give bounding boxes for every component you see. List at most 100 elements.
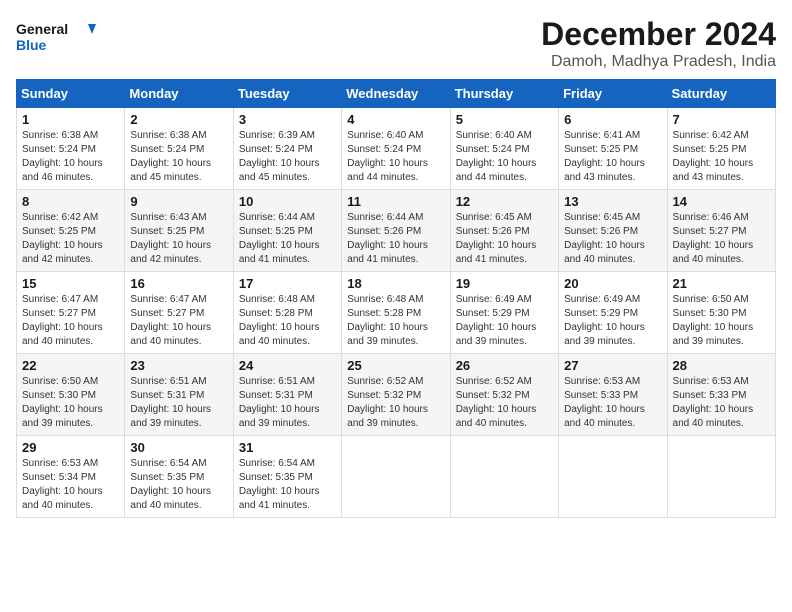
table-row: 7Sunrise: 6:42 AMSunset: 5:25 PMDaylight… [667, 108, 775, 190]
day-number: 4 [347, 112, 444, 127]
table-row: 3 Sunrise: 6:39 AMSunset: 5:24 PMDaylight… [233, 108, 341, 190]
day-detail: Sunrise: 6:50 AMSunset: 5:30 PMDaylight:… [673, 293, 770, 349]
table-row: 26Sunrise: 6:52 AMSunset: 5:32 PMDayligh… [450, 354, 558, 436]
table-row: 29 Sunrise: 6:53 AMSunset: 5:34 PMDayligh… [17, 436, 125, 518]
day-detail: Sunrise: 6:44 AMSunset: 5:25 PMDaylight:… [239, 211, 336, 267]
table-row [342, 436, 450, 518]
table-row: 30 Sunrise: 6:54 AMSunset: 5:35 PMDayligh… [125, 436, 233, 518]
day-detail: Sunrise: 6:50 AMSunset: 5:30 PMDaylight:… [22, 375, 119, 431]
day-number: 17 [239, 276, 336, 291]
day-number: 7 [673, 112, 770, 127]
col-wednesday: Wednesday [342, 80, 450, 108]
day-detail: Sunrise: 6:53 AMSunset: 5:33 PMDaylight:… [564, 375, 661, 431]
day-number: 16 [130, 276, 227, 291]
day-detail: Sunrise: 6:38 AMSunset: 5:24 PMDaylight:… [22, 129, 119, 185]
day-number: 24 [239, 358, 336, 373]
day-detail: Sunrise: 6:46 AMSunset: 5:27 PMDaylight:… [673, 211, 770, 267]
day-detail: Sunrise: 6:53 AMSunset: 5:33 PMDaylight:… [673, 375, 770, 431]
calendar-row-1: 1 Sunrise: 6:38 AMSunset: 5:24 PMDaylight… [17, 108, 776, 190]
title-section: December 2024 Damoh, Madhya Pradesh, Ind… [541, 16, 776, 71]
table-row: 22 Sunrise: 6:50 AMSunset: 5:30 PMDayligh… [17, 354, 125, 436]
table-row [450, 436, 558, 518]
day-number: 27 [564, 358, 661, 373]
table-row [559, 436, 667, 518]
table-row: 9Sunrise: 6:43 AMSunset: 5:25 PMDaylight… [125, 190, 233, 272]
day-number: 15 [22, 276, 119, 291]
calendar-header-row: Sunday Monday Tuesday Wednesday Thursday… [17, 80, 776, 108]
table-row: 25 Sunrise: 6:52 AMSunset: 5:32 PMDayligh… [342, 354, 450, 436]
table-row: 27 Sunrise: 6:53 AMSunset: 5:33 PMDayligh… [559, 354, 667, 436]
day-detail: Sunrise: 6:44 AMSunset: 5:26 PMDaylight:… [347, 211, 444, 267]
day-number: 11 [347, 194, 444, 209]
day-detail: Sunrise: 6:53 AMSunset: 5:34 PMDaylight:… [22, 457, 119, 513]
page-header: General Blue December 2024 Damoh, Madhya… [16, 16, 776, 71]
table-row: 18 Sunrise: 6:48 AMSunset: 5:28 PMDayligh… [342, 272, 450, 354]
logo-icon: General Blue [16, 16, 96, 56]
logo: General Blue [16, 16, 96, 56]
calendar-row-5: 29 Sunrise: 6:53 AMSunset: 5:34 PMDayligh… [17, 436, 776, 518]
table-row: 4 Sunrise: 6:40 AMSunset: 5:24 PMDaylight… [342, 108, 450, 190]
table-row: 8Sunrise: 6:42 AMSunset: 5:25 PMDaylight… [17, 190, 125, 272]
calendar-table: Sunday Monday Tuesday Wednesday Thursday… [16, 79, 776, 518]
day-detail: Sunrise: 6:51 AMSunset: 5:31 PMDaylight:… [239, 375, 336, 431]
day-number: 21 [673, 276, 770, 291]
table-row: 10 Sunrise: 6:44 AMSunset: 5:25 PMDayligh… [233, 190, 341, 272]
day-detail: Sunrise: 6:54 AMSunset: 5:35 PMDaylight:… [130, 457, 227, 513]
day-number: 22 [22, 358, 119, 373]
table-row: 14 Sunrise: 6:46 AMSunset: 5:27 PMDayligh… [667, 190, 775, 272]
day-number: 30 [130, 440, 227, 455]
day-detail: Sunrise: 6:52 AMSunset: 5:32 PMDaylight:… [347, 375, 444, 431]
day-number: 23 [130, 358, 227, 373]
table-row: 31Sunrise: 6:54 AMSunset: 5:35 PMDayligh… [233, 436, 341, 518]
day-number: 26 [456, 358, 553, 373]
day-detail: Sunrise: 6:43 AMSunset: 5:25 PMDaylight:… [130, 211, 227, 267]
calendar-row-4: 22 Sunrise: 6:50 AMSunset: 5:30 PMDayligh… [17, 354, 776, 436]
table-row: 24 Sunrise: 6:51 AMSunset: 5:31 PMDayligh… [233, 354, 341, 436]
day-number: 13 [564, 194, 661, 209]
day-number: 14 [673, 194, 770, 209]
table-row: 23 Sunrise: 6:51 AMSunset: 5:31 PMDayligh… [125, 354, 233, 436]
day-detail: Sunrise: 6:39 AMSunset: 5:24 PMDaylight:… [239, 129, 336, 185]
day-detail: Sunrise: 6:41 AMSunset: 5:25 PMDaylight:… [564, 129, 661, 185]
table-row: 28 Sunrise: 6:53 AMSunset: 5:33 PMDayligh… [667, 354, 775, 436]
table-row: 6Sunrise: 6:41 AMSunset: 5:25 PMDaylight… [559, 108, 667, 190]
col-friday: Friday [559, 80, 667, 108]
table-row: 12Sunrise: 6:45 AMSunset: 5:26 PMDayligh… [450, 190, 558, 272]
day-number: 8 [22, 194, 119, 209]
day-detail: Sunrise: 6:51 AMSunset: 5:31 PMDaylight:… [130, 375, 227, 431]
day-detail: Sunrise: 6:40 AMSunset: 5:24 PMDaylight:… [456, 129, 553, 185]
page-title: December 2024 [541, 16, 776, 53]
table-row: 5Sunrise: 6:40 AMSunset: 5:24 PMDaylight… [450, 108, 558, 190]
day-detail: Sunrise: 6:45 AMSunset: 5:26 PMDaylight:… [456, 211, 553, 267]
table-row: 17Sunrise: 6:48 AMSunset: 5:28 PMDayligh… [233, 272, 341, 354]
day-number: 3 [239, 112, 336, 127]
col-saturday: Saturday [667, 80, 775, 108]
day-number: 1 [22, 112, 119, 127]
table-row: 16Sunrise: 6:47 AMSunset: 5:27 PMDayligh… [125, 272, 233, 354]
page-subtitle: Damoh, Madhya Pradesh, India [541, 53, 776, 71]
day-detail: Sunrise: 6:49 AMSunset: 5:29 PMDaylight:… [456, 293, 553, 349]
day-number: 28 [673, 358, 770, 373]
day-detail: Sunrise: 6:54 AMSunset: 5:35 PMDaylight:… [239, 457, 336, 513]
table-row: 19 Sunrise: 6:49 AMSunset: 5:29 PMDayligh… [450, 272, 558, 354]
day-number: 19 [456, 276, 553, 291]
day-number: 29 [22, 440, 119, 455]
col-monday: Monday [125, 80, 233, 108]
day-detail: Sunrise: 6:40 AMSunset: 5:24 PMDaylight:… [347, 129, 444, 185]
day-number: 2 [130, 112, 227, 127]
day-detail: Sunrise: 6:48 AMSunset: 5:28 PMDaylight:… [347, 293, 444, 349]
day-number: 25 [347, 358, 444, 373]
col-thursday: Thursday [450, 80, 558, 108]
table-row: 20Sunrise: 6:49 AMSunset: 5:29 PMDayligh… [559, 272, 667, 354]
day-number: 18 [347, 276, 444, 291]
table-row: 21 Sunrise: 6:50 AMSunset: 5:30 PMDayligh… [667, 272, 775, 354]
day-detail: Sunrise: 6:38 AMSunset: 5:24 PMDaylight:… [130, 129, 227, 185]
table-row [667, 436, 775, 518]
table-row: 11 Sunrise: 6:44 AMSunset: 5:26 PMDayligh… [342, 190, 450, 272]
svg-text:General: General [16, 21, 68, 37]
col-sunday: Sunday [17, 80, 125, 108]
table-row: 13Sunrise: 6:45 AMSunset: 5:26 PMDayligh… [559, 190, 667, 272]
day-detail: Sunrise: 6:47 AMSunset: 5:27 PMDaylight:… [22, 293, 119, 349]
calendar-row-3: 15 Sunrise: 6:47 AMSunset: 5:27 PMDayligh… [17, 272, 776, 354]
day-number: 10 [239, 194, 336, 209]
